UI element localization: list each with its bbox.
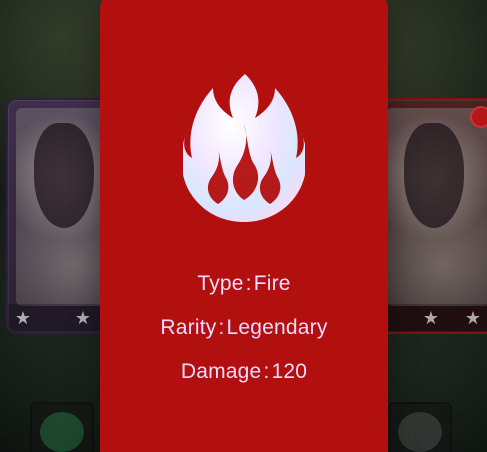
stat-damage: Damage:120 [100, 350, 388, 394]
star-icon: ★ [464, 308, 482, 329]
fire-badge-icon [470, 106, 487, 128]
game-scene: ★ ★ ★ ★ Type:Fire Rarity:Legendary Damag… [0, 0, 487, 452]
tile-emblem [40, 412, 84, 452]
tile-emblem [398, 412, 442, 452]
star-icon: ★ [74, 308, 92, 329]
star-icon: ★ [422, 308, 440, 329]
card-detail-panel[interactable]: Type:Fire Rarity:Legendary Damage:120 [100, 0, 388, 452]
stat-separator: : [245, 272, 252, 295]
character-hair [34, 123, 95, 228]
stat-type: Type:Fire [100, 262, 388, 306]
fire-icon [181, 66, 307, 224]
background-card-right[interactable]: ★ ★ [376, 98, 487, 334]
star-icon: ★ [14, 308, 32, 329]
stat-label: Rarity [160, 316, 217, 339]
stat-separator: : [263, 360, 270, 383]
stat-label: Damage [180, 360, 262, 383]
character-hair [404, 123, 465, 228]
stat-label: Type [197, 272, 244, 295]
stat-value: 120 [271, 360, 308, 383]
bottom-tile-right[interactable] [388, 402, 452, 452]
stat-value: Legendary [226, 316, 328, 339]
stat-separator: : [218, 316, 225, 339]
stat-value: Fire [253, 272, 291, 295]
card-stats: Type:Fire Rarity:Legendary Damage:120 [100, 262, 388, 394]
stat-rarity: Rarity:Legendary [100, 306, 388, 350]
bottom-tile-left[interactable] [30, 402, 94, 452]
